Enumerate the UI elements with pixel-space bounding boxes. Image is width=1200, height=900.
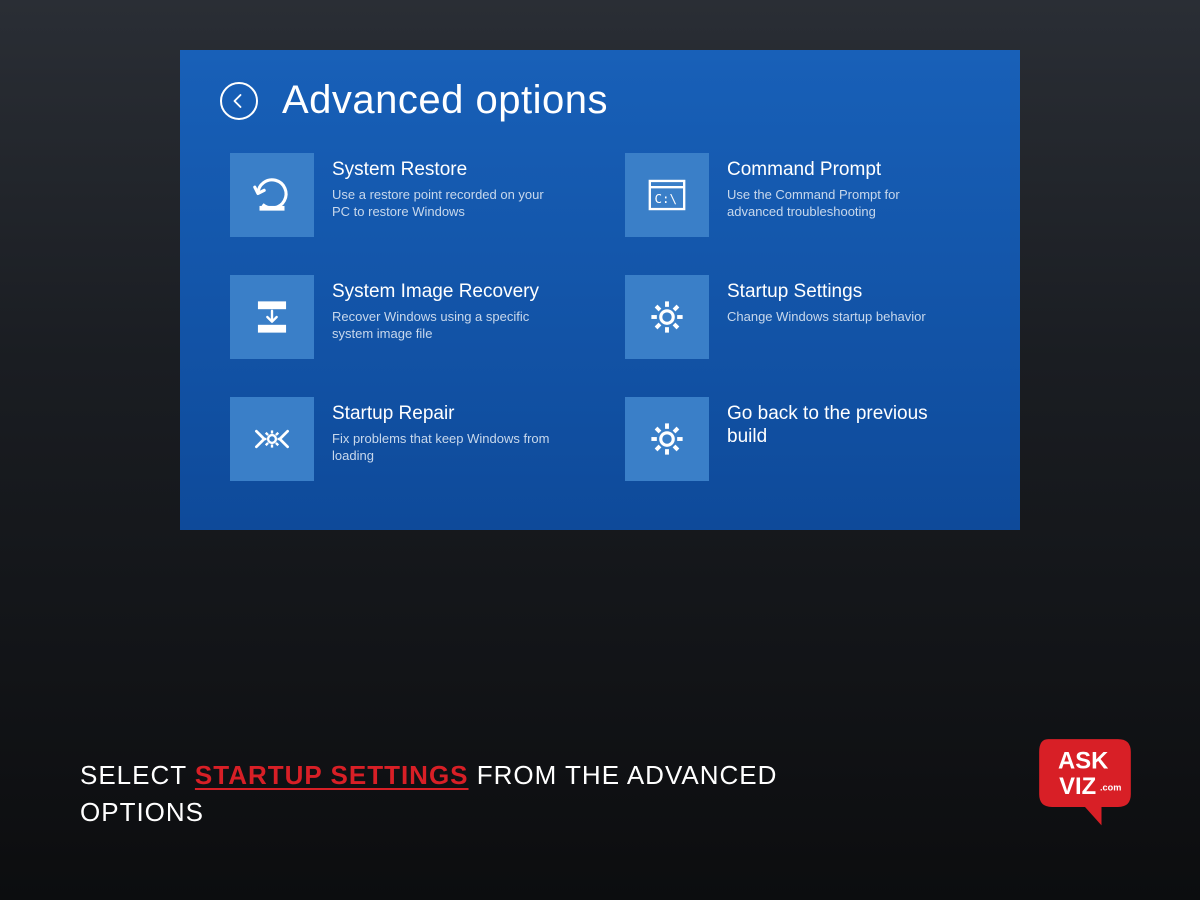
option-desc: Use a restore point recorded on your PC … xyxy=(332,186,554,221)
startup-repair-icon xyxy=(230,397,314,481)
option-previous-build[interactable]: Go back to the previous build xyxy=(625,397,980,497)
system-restore-icon xyxy=(230,153,314,237)
logo-sub: .com xyxy=(1100,783,1121,793)
option-title: System Image Recovery xyxy=(332,281,554,304)
option-command-prompt[interactable]: C:\ Command Prompt Use the Command Promp… xyxy=(625,153,980,253)
tile-text: Startup Settings Change Windows startup … xyxy=(709,275,926,325)
page-title: Advanced options xyxy=(282,78,608,123)
logo-line2: VIZ xyxy=(1059,773,1096,800)
option-title: Startup Repair xyxy=(332,403,554,426)
advanced-options-screen: Advanced options System Restore Use a re… xyxy=(180,50,1020,530)
option-system-image-recovery[interactable]: System Image Recovery Recover Windows us… xyxy=(230,275,585,375)
back-button[interactable] xyxy=(220,82,258,120)
gear-icon xyxy=(625,275,709,359)
gear-icon xyxy=(625,397,709,481)
option-title: Go back to the previous build xyxy=(727,403,949,449)
tile-text: System Image Recovery Recover Windows us… xyxy=(314,275,554,343)
option-startup-settings[interactable]: Startup Settings Change Windows startup … xyxy=(625,275,980,375)
caption-highlight: STARTUP SETTINGS xyxy=(195,760,469,790)
arrow-left-icon xyxy=(230,92,248,110)
caption-pre: SELECT xyxy=(80,760,195,790)
tile-text: Command Prompt Use the Command Prompt fo… xyxy=(709,153,949,221)
tile-text: System Restore Use a restore point recor… xyxy=(314,153,554,221)
options-grid: System Restore Use a restore point recor… xyxy=(220,153,980,497)
tile-text: Startup Repair Fix problems that keep Wi… xyxy=(314,397,554,465)
option-system-restore[interactable]: System Restore Use a restore point recor… xyxy=(230,153,585,253)
option-desc: Use the Command Prompt for advanced trou… xyxy=(727,186,949,221)
option-title: System Restore xyxy=(332,159,554,182)
header: Advanced options xyxy=(220,78,980,123)
instruction-caption: SELECT STARTUP SETTINGS FROM THE ADVANCE… xyxy=(80,757,780,830)
option-title: Startup Settings xyxy=(727,281,926,304)
system-image-recovery-icon xyxy=(230,275,314,359)
tile-text: Go back to the previous build xyxy=(709,397,949,453)
askviz-logo: ASK VIZ .com xyxy=(1030,730,1140,840)
command-prompt-icon: C:\ xyxy=(625,153,709,237)
option-startup-repair[interactable]: Startup Repair Fix problems that keep Wi… xyxy=(230,397,585,497)
option-title: Command Prompt xyxy=(727,159,949,182)
logo-line1: ASK xyxy=(1058,748,1108,775)
option-desc: Change Windows startup behavior xyxy=(727,308,926,326)
svg-text:C:\: C:\ xyxy=(655,191,678,206)
option-desc: Recover Windows using a specific system … xyxy=(332,308,554,343)
option-desc: Fix problems that keep Windows from load… xyxy=(332,430,554,465)
